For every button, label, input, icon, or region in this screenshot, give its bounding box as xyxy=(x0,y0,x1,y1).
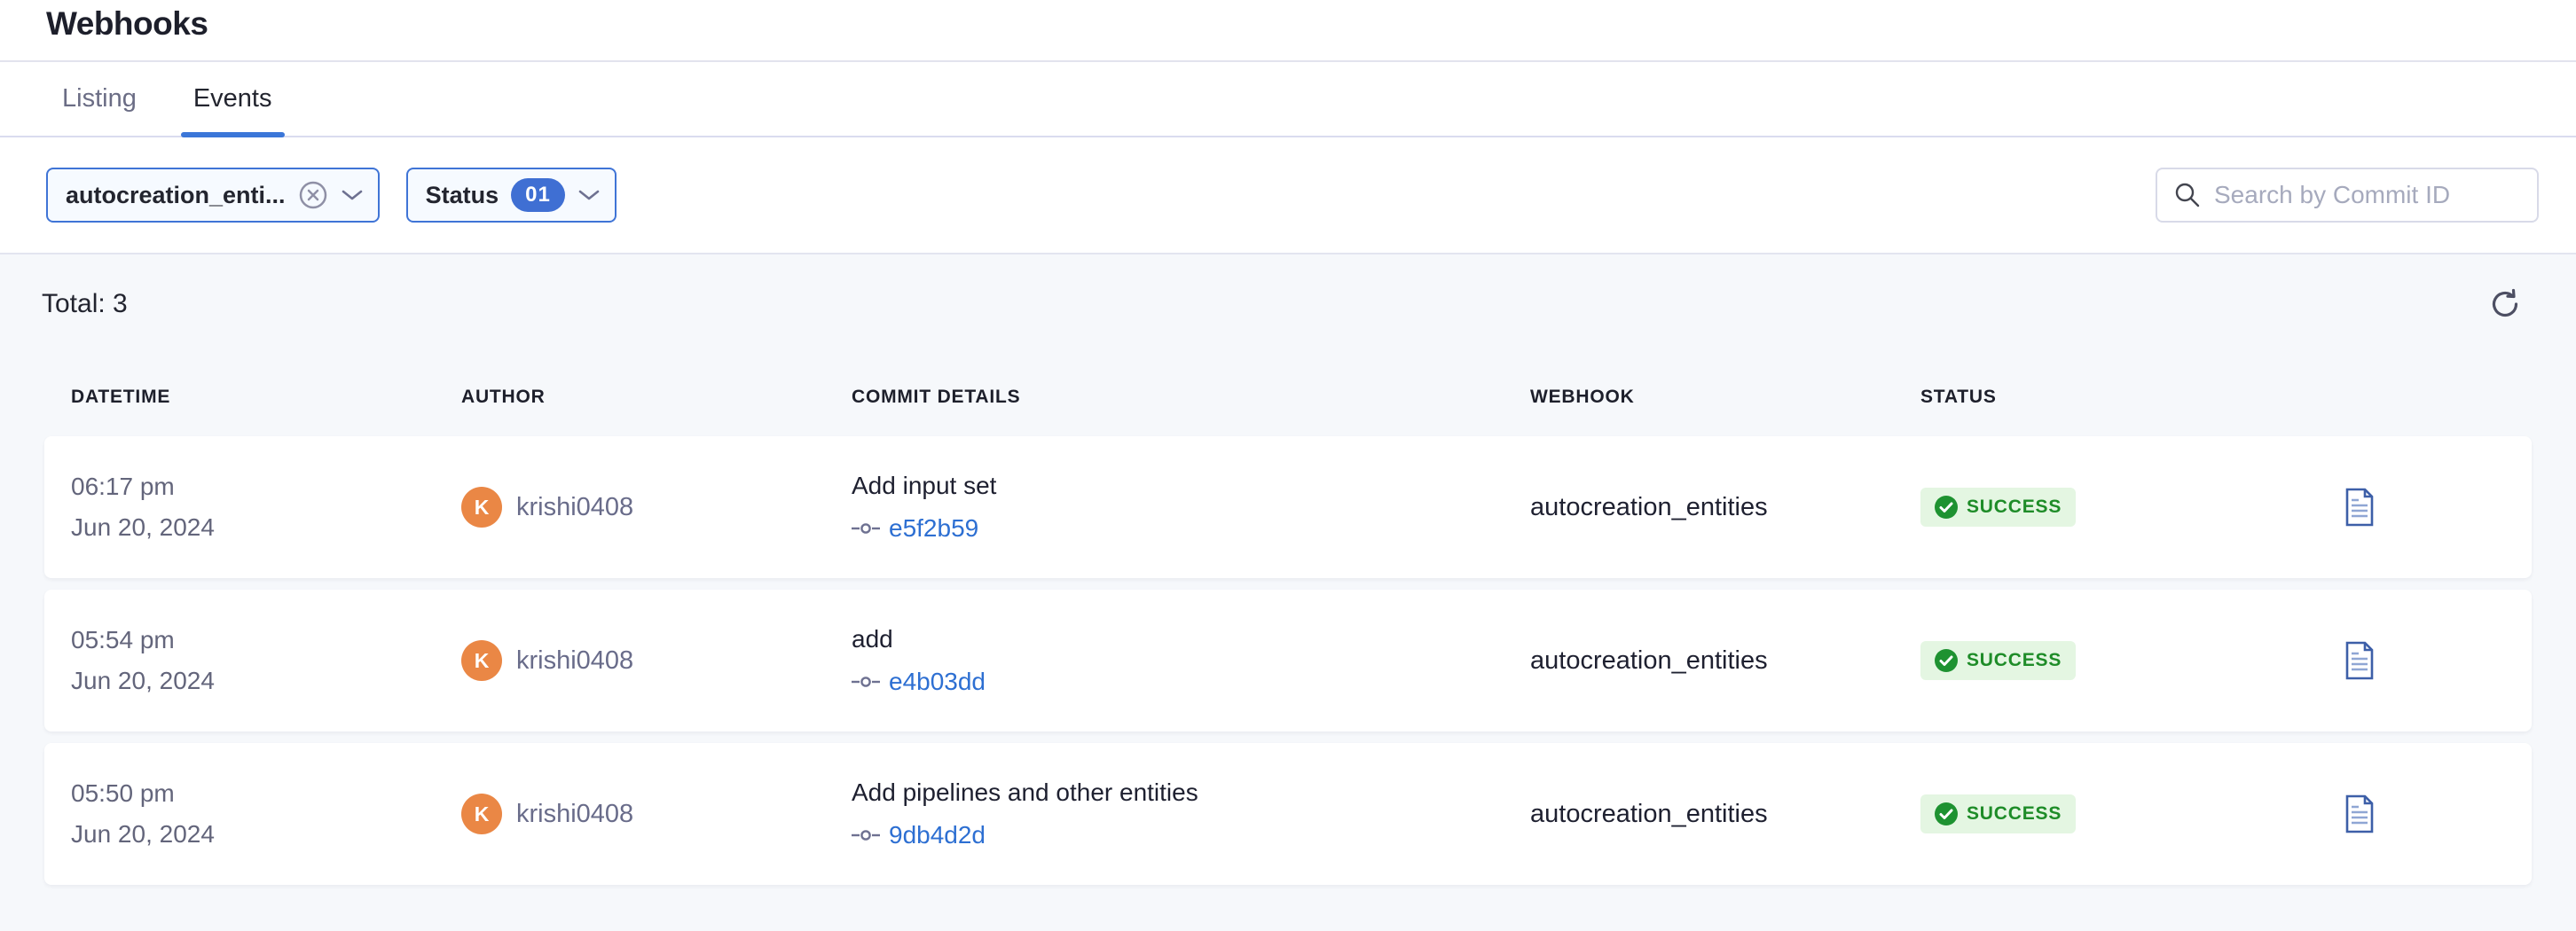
event-time: 06:17 pm xyxy=(71,473,461,501)
event-time: 05:54 pm xyxy=(71,626,461,654)
author-cell: K krishi0408 xyxy=(461,794,852,834)
webhook-name: autocreation_entities xyxy=(1530,646,1920,676)
column-header-author: AUTHOR xyxy=(461,387,852,408)
git-commit-icon xyxy=(852,676,880,688)
view-payload-button[interactable] xyxy=(2344,488,2376,527)
chevron-down-icon xyxy=(341,188,364,202)
status-label: SUCCESS xyxy=(1967,650,2062,671)
status-label: SUCCESS xyxy=(1967,803,2062,825)
event-date: Jun 20, 2024 xyxy=(71,513,461,542)
table-row[interactable]: 05:50 pm Jun 20, 2024 K krishi0408 Add p… xyxy=(44,743,2532,885)
datetime-cell: 05:50 pm Jun 20, 2024 xyxy=(71,779,461,849)
tab-listing[interactable]: Listing xyxy=(57,62,142,136)
tab-events-label: Events xyxy=(193,84,272,113)
avatar: K xyxy=(461,794,502,834)
commit-details-cell: Add input set e5f2b59 xyxy=(852,472,1530,543)
git-commit-icon xyxy=(852,829,880,841)
author-cell: K krishi0408 xyxy=(461,487,852,528)
git-commit-icon xyxy=(852,522,880,535)
search-input[interactable] xyxy=(2214,181,2534,209)
check-circle-icon xyxy=(1935,496,1958,519)
document-icon xyxy=(2344,823,2376,836)
results-toolbar: Total: 3 xyxy=(0,254,2576,343)
table-row[interactable]: 06:17 pm Jun 20, 2024 K krishi0408 Add i… xyxy=(44,436,2532,578)
tab-listing-label: Listing xyxy=(62,84,137,113)
tab-bar: Listing Events xyxy=(0,62,2576,137)
datetime-cell: 05:54 pm Jun 20, 2024 xyxy=(71,626,461,695)
webhook-name: autocreation_entities xyxy=(1530,800,1920,829)
commit-details-cell: Add pipelines and other entities 9db4d2d xyxy=(852,778,1530,849)
column-header-datetime: DATETIME xyxy=(71,387,461,408)
status-filter-label: Status xyxy=(426,182,499,209)
refresh-icon xyxy=(2487,311,2523,325)
page-title: Webhooks xyxy=(46,5,2576,43)
column-header-webhook: WEBHOOK xyxy=(1530,387,1920,408)
view-payload-button[interactable] xyxy=(2344,794,2376,833)
search-box xyxy=(2156,168,2539,223)
status-label: SUCCESS xyxy=(1967,497,2062,518)
document-icon xyxy=(2344,669,2376,683)
status-badge: SUCCESS xyxy=(1920,641,2076,680)
commit-id-link[interactable]: e5f2b59 xyxy=(889,514,978,543)
column-header-commit-details: COMMIT DETAILS xyxy=(852,387,1530,408)
status-filter-dropdown[interactable]: Status 01 xyxy=(406,168,617,223)
check-circle-icon xyxy=(1935,802,1958,825)
table-header-row: DATETIME AUTHOR COMMIT DETAILS WEBHOOK S… xyxy=(44,368,2532,426)
events-content: Total: 3 DATETIME AUTHOR COMMIT DETAILS … xyxy=(0,254,2576,931)
commit-message: Add input set xyxy=(852,472,1530,500)
webhook-name: autocreation_entities xyxy=(1530,493,1920,522)
status-badge: SUCCESS xyxy=(1920,488,2076,527)
author-name: krishi0408 xyxy=(516,646,633,676)
chevron-down-icon xyxy=(577,188,601,202)
event-time: 05:50 pm xyxy=(71,779,461,808)
event-date: Jun 20, 2024 xyxy=(71,667,461,695)
check-circle-icon xyxy=(1935,649,1958,672)
author-name: krishi0408 xyxy=(516,800,633,829)
commit-id-link[interactable]: 9db4d2d xyxy=(889,821,986,849)
total-count: Total: 3 xyxy=(42,289,128,319)
search-icon xyxy=(2173,181,2202,209)
avatar: K xyxy=(461,640,502,681)
events-table-body: 06:17 pm Jun 20, 2024 K krishi0408 Add i… xyxy=(44,436,2532,885)
author-name: krishi0408 xyxy=(516,493,633,522)
author-cell: K krishi0408 xyxy=(461,640,852,681)
avatar: K xyxy=(461,487,502,528)
document-icon xyxy=(2344,516,2376,529)
view-payload-button[interactable] xyxy=(2344,641,2376,680)
commit-message: Add pipelines and other entities xyxy=(852,778,1530,807)
clear-filter-icon[interactable] xyxy=(298,180,328,210)
commit-message: add xyxy=(852,625,1530,653)
status-badge: SUCCESS xyxy=(1920,794,2076,833)
page-header: Webhooks xyxy=(0,0,2576,62)
table-row[interactable]: 05:54 pm Jun 20, 2024 K krishi0408 add xyxy=(44,590,2532,732)
column-header-status: STATUS xyxy=(1920,387,2342,408)
commit-details-cell: add e4b03dd xyxy=(852,625,1530,696)
webhook-filter-label: autocreation_enti... xyxy=(66,182,286,209)
commit-id-link[interactable]: e4b03dd xyxy=(889,668,986,696)
event-date: Jun 20, 2024 xyxy=(71,820,461,849)
status-filter-count-badge: 01 xyxy=(511,178,565,212)
tab-events[interactable]: Events xyxy=(188,62,278,136)
refresh-button[interactable] xyxy=(2484,283,2526,325)
webhook-filter-dropdown[interactable]: autocreation_enti... xyxy=(46,168,380,223)
datetime-cell: 06:17 pm Jun 20, 2024 xyxy=(71,473,461,542)
filter-bar: autocreation_enti... Status 01 xyxy=(0,137,2576,254)
